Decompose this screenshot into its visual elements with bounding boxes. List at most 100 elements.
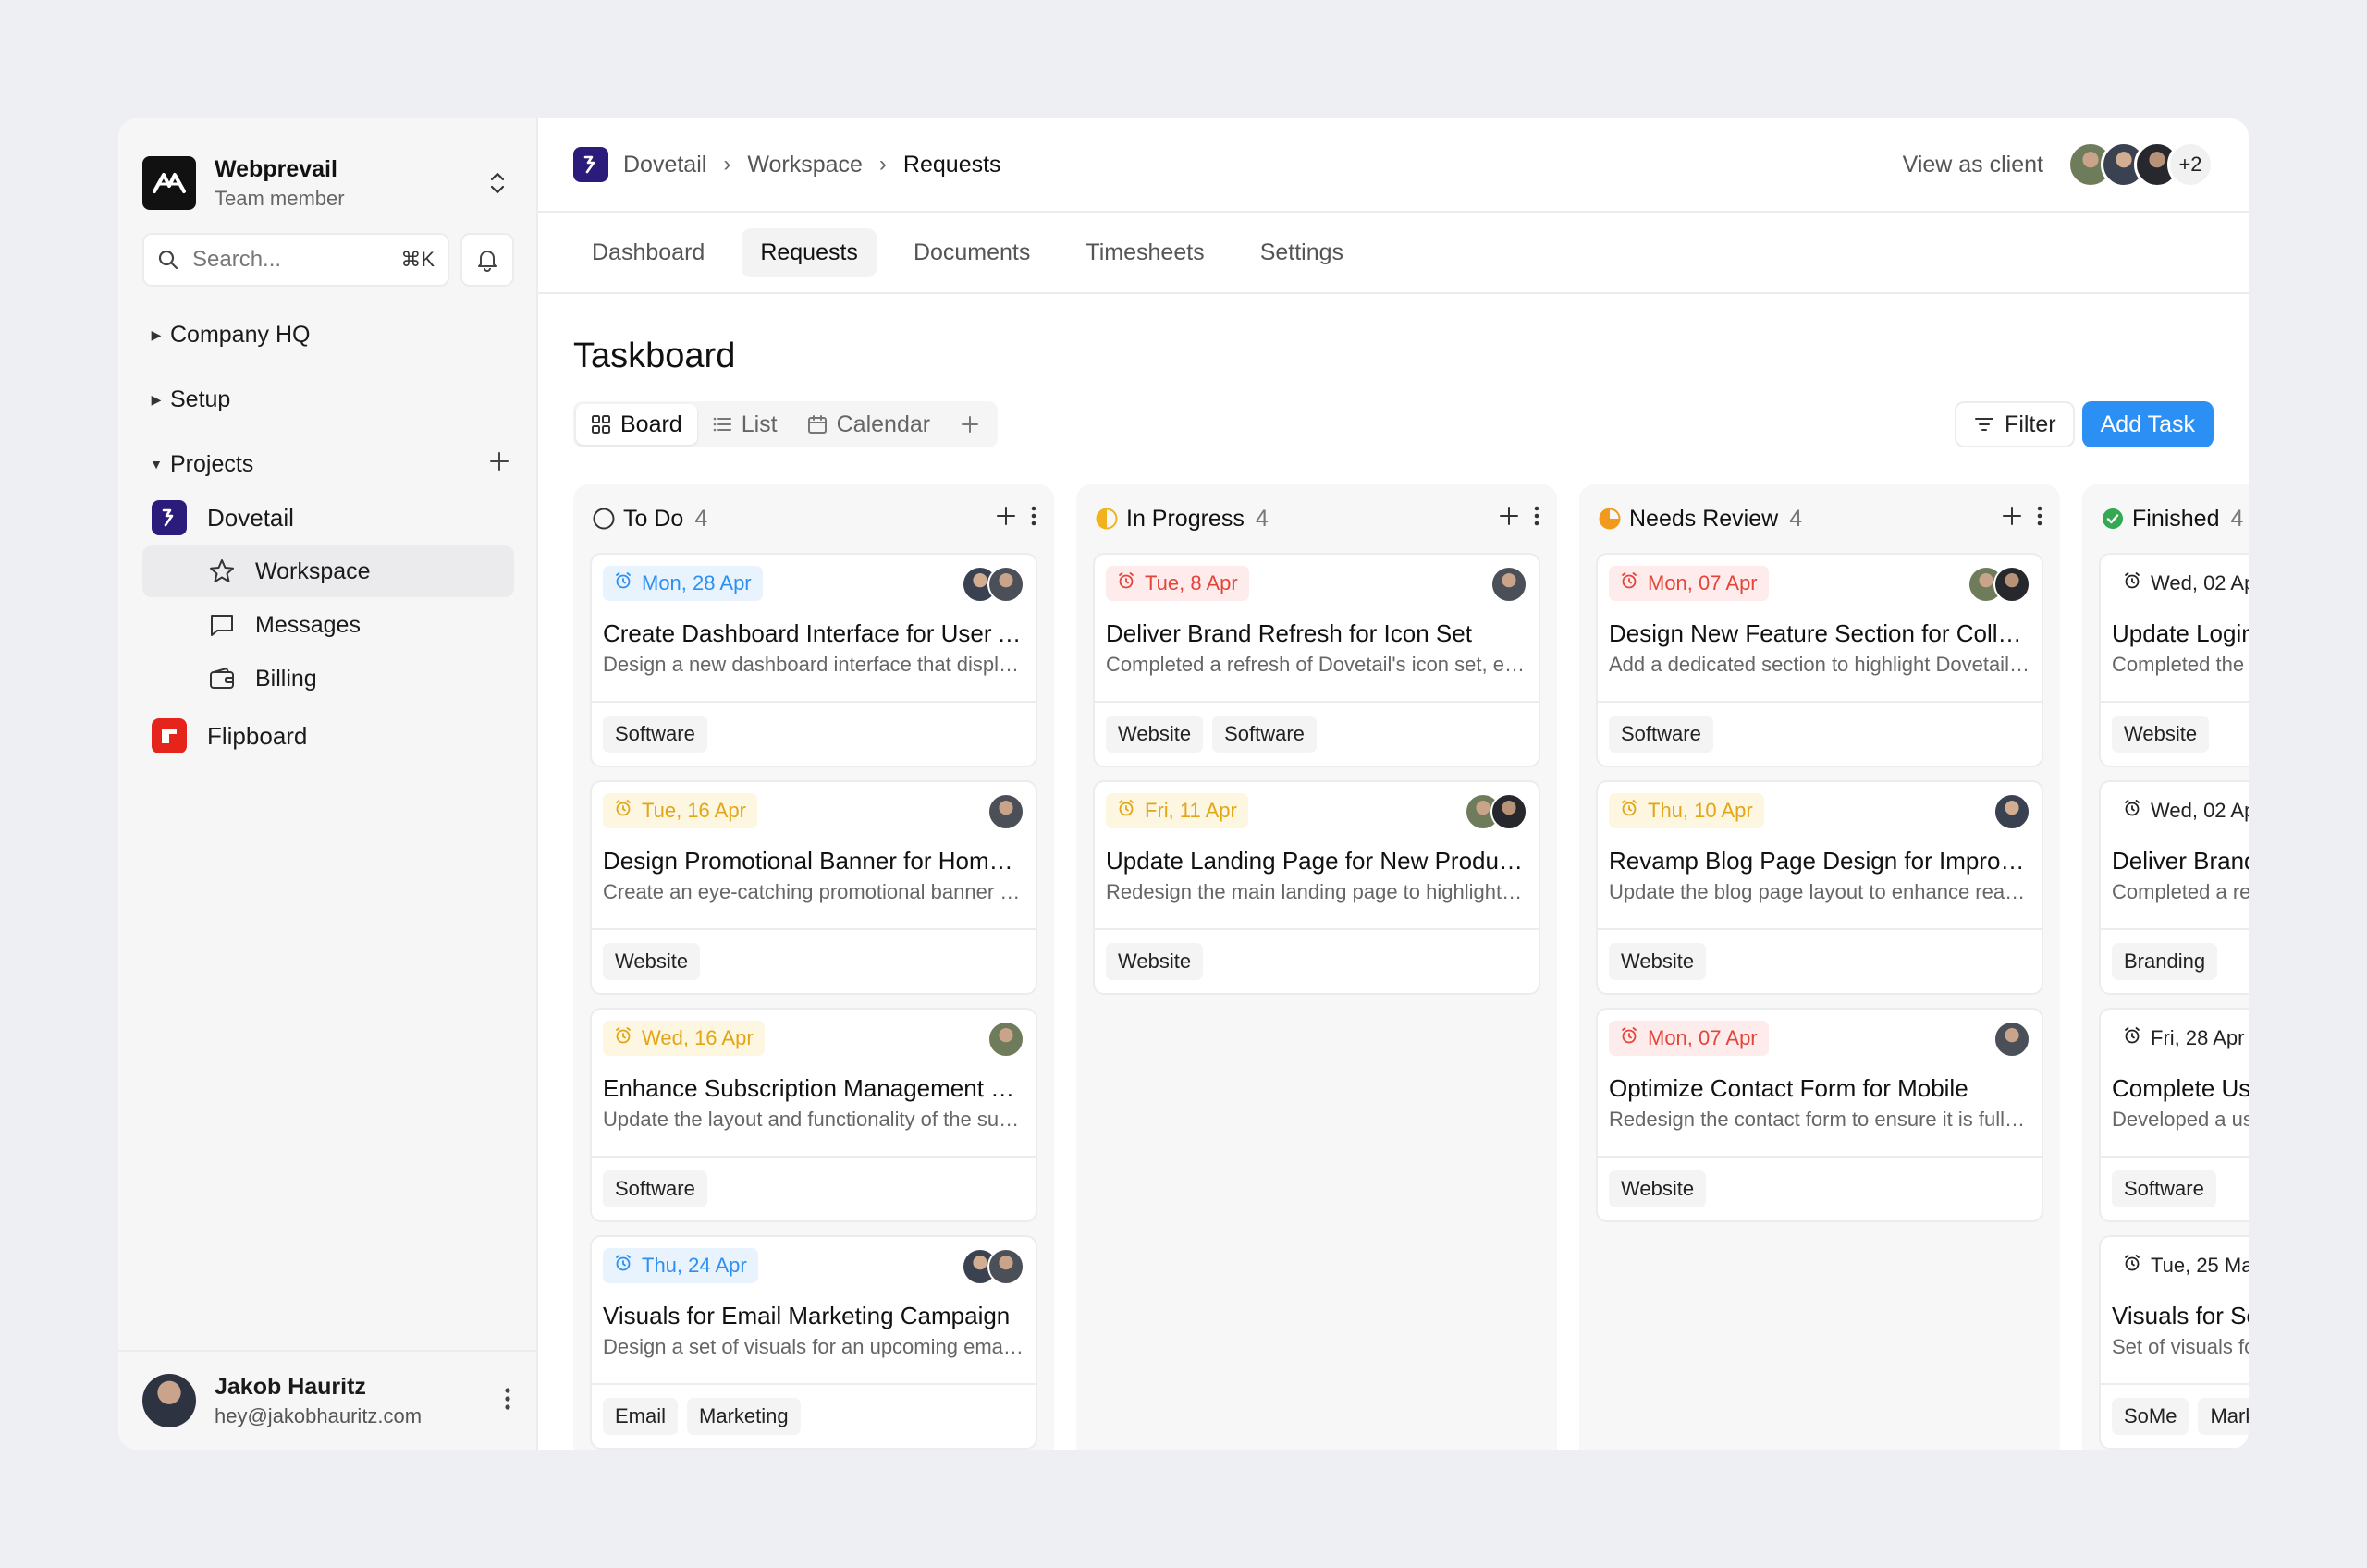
task-card[interactable]: Mon, 07 Apr Design New Feature Section fo… (1596, 553, 2043, 767)
due-date-badge: Mon, 28 Apr (603, 566, 763, 601)
add-view-button[interactable] (945, 404, 995, 445)
task-card[interactable]: Fri, 11 Apr Update Landing Page for New P… (1093, 780, 1540, 995)
task-card[interactable]: Tue, 16 Apr Design Promotional Banner for… (590, 780, 1037, 995)
task-description: Completed the update (2112, 653, 2249, 676)
more-vertical-icon[interactable] (1030, 504, 1037, 534)
member-avatars[interactable]: +2 (2067, 141, 2214, 188)
wallet-icon (207, 664, 237, 693)
search-placeholder: Search... (192, 247, 282, 272)
tag: Software (1212, 716, 1317, 753)
user-name: Jakob Hauritz (215, 1373, 366, 1400)
project-flipboard[interactable]: Flipboard (142, 710, 514, 762)
due-date: Tue, 8 Apr (1145, 571, 1238, 594)
sidebar-item-billing[interactable]: Billing (142, 653, 514, 704)
view-as-client-link[interactable]: View as client (1903, 152, 2043, 178)
main-content: Dovetail › Workspace › Requests View as … (538, 118, 2249, 1450)
flipboard-logo-icon (152, 718, 187, 753)
add-task-button[interactable]: Add Task (2081, 401, 2214, 447)
caret-right-icon: ▶ (151, 391, 162, 407)
plus-icon[interactable] (1498, 505, 1520, 533)
view-label: List (741, 410, 778, 437)
breadcrumb-item[interactable]: Workspace (747, 152, 863, 178)
check-circle-icon (2101, 507, 2125, 531)
view-list[interactable]: List (697, 404, 792, 445)
tab-documents[interactable]: Documents (895, 228, 1049, 277)
view-board[interactable]: Board (576, 404, 697, 445)
notifications-button[interactable] (460, 233, 514, 287)
user-profile[interactable]: Jakob Hauritz hey@jakobhauritz.com (118, 1350, 536, 1450)
more-vertical-icon[interactable] (1533, 504, 1540, 534)
more-vertical-icon[interactable] (2036, 504, 2043, 534)
task-tags: Branding (2101, 928, 2249, 993)
plus-icon[interactable] (995, 505, 1017, 533)
breadcrumb-item[interactable]: Dovetail (623, 152, 706, 178)
task-title: Enhance Subscription Management Page (603, 1074, 1024, 1102)
caret-down-icon: ▼ (150, 457, 163, 472)
task-card[interactable]: Thu, 10 Apr Revamp Blog Page Design for I… (1596, 780, 2043, 995)
task-description: Design a new dashboard interface that di… (603, 653, 1024, 676)
dovetail-logo-icon (573, 147, 608, 182)
column-count: 4 (2230, 505, 2244, 532)
chevron-right-icon: › (723, 152, 731, 177)
tag: Software (603, 716, 707, 753)
sidebar-group-setup[interactable]: ▶ Setup (142, 379, 514, 420)
view-calendar[interactable]: Calendar (792, 404, 945, 445)
sidebar-group-projects[interactable]: ▼ Projects (142, 444, 514, 484)
add-project-icon[interactable] (488, 450, 510, 479)
tab-timesheets[interactable]: Timesheets (1067, 228, 1222, 277)
task-card[interactable]: Fri, 28 Apr Complete User Flow Developed a… (2099, 1008, 2249, 1222)
column-title: In Progress (1126, 505, 1245, 532)
task-card[interactable]: Wed, 02 Apr Deliver Brand Assets Completed… (2099, 780, 2249, 995)
chevron-updown-icon[interactable] (481, 161, 514, 205)
tab-dashboard[interactable]: Dashboard (573, 228, 723, 277)
assignees (1993, 793, 2030, 830)
task-description: Design a set of visuals for an upcoming … (603, 1335, 1024, 1358)
task-card[interactable]: Mon, 28 Apr Create Dashboard Interface fo… (590, 553, 1037, 767)
column-needs-review: Needs Review 4 Mon, 07 Apr Design New Featu… (1579, 484, 2060, 1450)
tag: Website (1106, 943, 1204, 980)
tab-settings[interactable]: Settings (1242, 228, 1362, 277)
task-tags: Website (1598, 1156, 2042, 1220)
tag: Website (1106, 716, 1204, 753)
task-card[interactable]: Wed, 02 Apr Update Login Page Completed th… (2099, 553, 2249, 767)
sidebar-item-messages[interactable]: Messages (142, 599, 514, 651)
task-tags: Email Marketing (592, 1383, 1036, 1448)
filter-button[interactable]: Filter (1955, 401, 2075, 447)
sidebar-item-workspace[interactable]: Workspace (142, 545, 514, 597)
task-card[interactable]: Tue, 25 Mar Visuals for Social Media Set o… (2099, 1235, 2249, 1450)
project-label: Flipboard (207, 721, 308, 750)
due-date-badge: Tue, 16 Apr (603, 793, 757, 828)
sidebar-group-company-hq[interactable]: ▶ Company HQ (142, 314, 514, 355)
project-label: Dovetail (207, 503, 294, 532)
grid-icon (592, 415, 610, 434)
due-date: Mon, 28 Apr (642, 571, 752, 594)
page-title: Taskboard (573, 337, 736, 375)
sidebar-group-label: Company HQ (170, 321, 311, 348)
circle-icon (592, 507, 616, 531)
due-date: Tue, 16 Apr (642, 799, 746, 822)
task-description: Update the layout and functionality of t… (603, 1108, 1024, 1131)
task-card[interactable]: Wed, 16 Apr Enhance Subscription Manageme… (590, 1008, 1037, 1222)
sidebar-item-label: Messages (255, 611, 361, 638)
task-card[interactable]: Tue, 8 Apr Deliver Brand Refresh for Icon… (1093, 553, 1540, 767)
tab-requests[interactable]: Requests (742, 227, 877, 277)
dovetail-logo-icon (152, 500, 187, 535)
task-description: Create an eye-catching promotional banne… (603, 880, 1024, 903)
project-dovetail[interactable]: Dovetail (142, 492, 514, 544)
column-to-do: To Do 4 Mon, 28 Apr Create Dashboard Interf… (573, 484, 1054, 1450)
task-card[interactable]: Thu, 24 Apr Visuals for Email Marketing C… (590, 1235, 1037, 1450)
due-date: Thu, 10 Apr (1648, 799, 1753, 822)
task-description: Add a dedicated section to highlight Dov… (1609, 653, 2030, 676)
alarm-icon (614, 1254, 632, 1278)
search-input[interactable]: Search... ⌘K (142, 233, 449, 287)
task-description: Completed a refresh of Dovetail's icon s… (1106, 653, 1527, 676)
search-icon (158, 250, 178, 270)
assignees (962, 1248, 1024, 1285)
plus-icon[interactable] (2001, 505, 2023, 533)
task-title: Visuals for Email Marketing Campaign (603, 1302, 1011, 1329)
assignees (1993, 1021, 2030, 1058)
more-vertical-icon[interactable] (503, 1385, 512, 1417)
workspace-switcher[interactable]: Webprevail Team member (142, 153, 514, 213)
task-card[interactable]: Mon, 07 Apr Optimize Contact Form for Mob… (1596, 1008, 2043, 1222)
task-title: Create Dashboard Interface for User Anal… (603, 619, 1024, 647)
